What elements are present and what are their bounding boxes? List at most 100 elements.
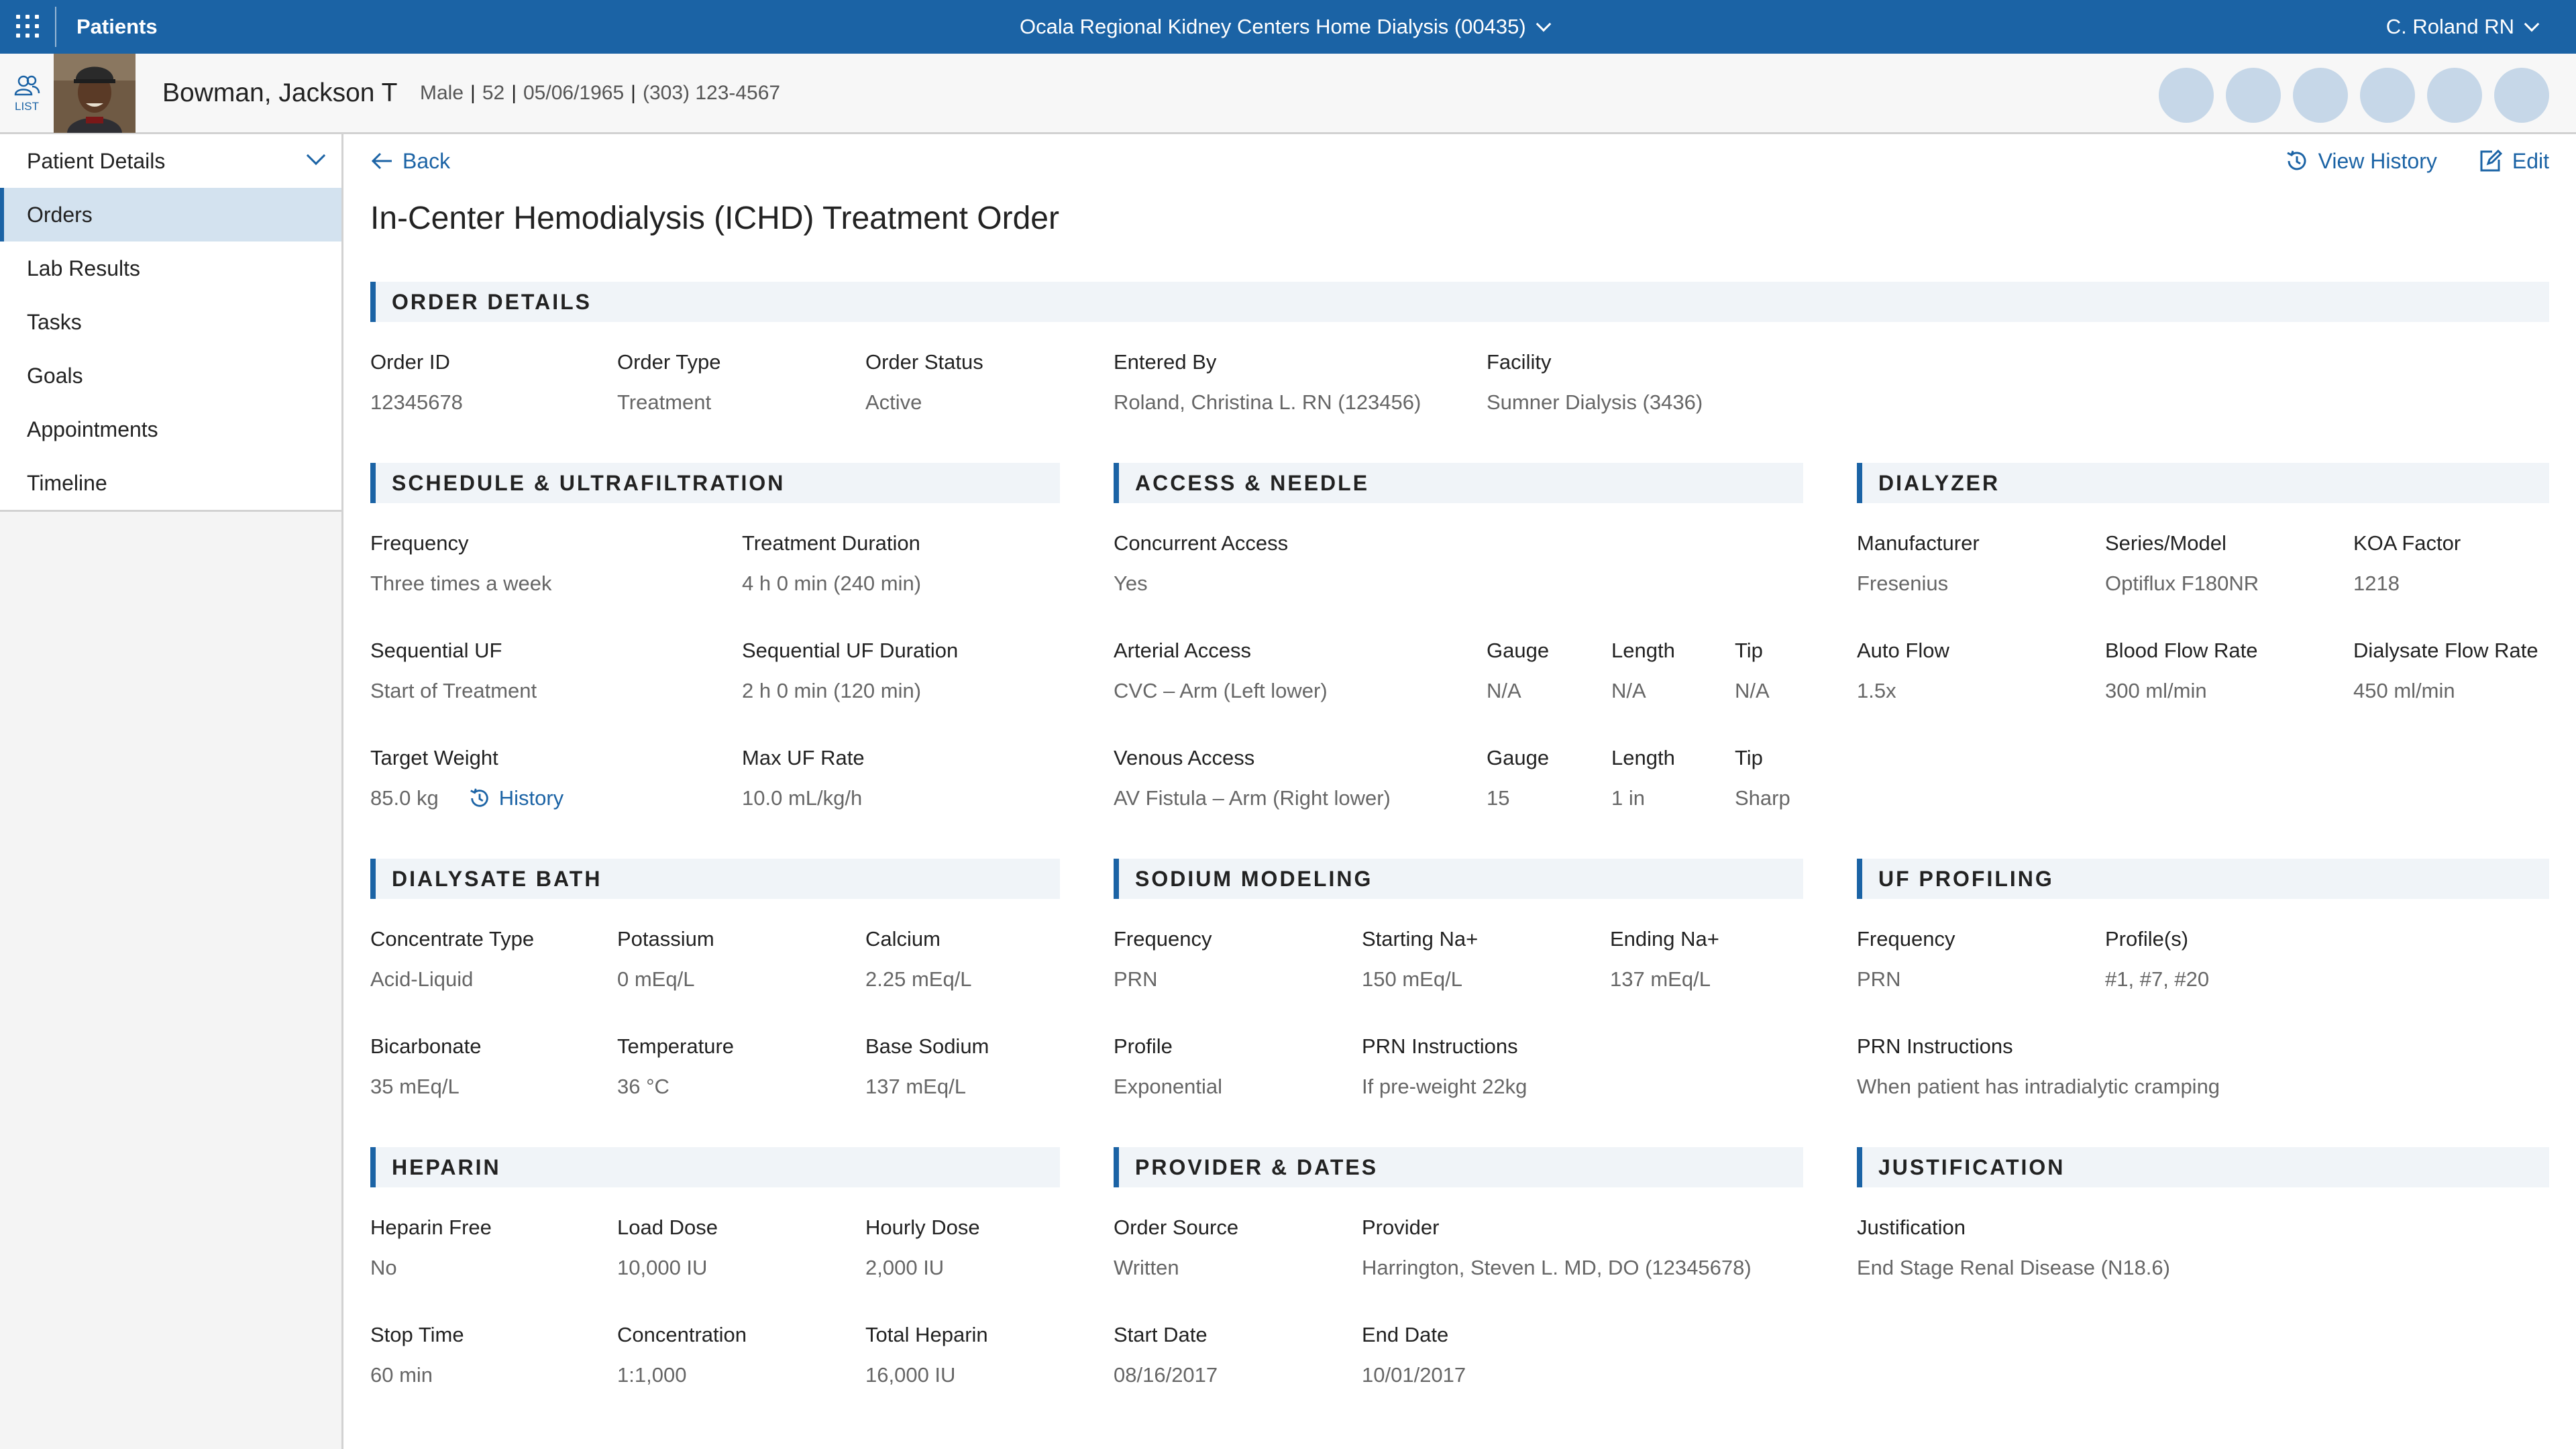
field-label: Provider [1362,1216,1440,1239]
field-load-dose: Load Dose 10,000 IU [617,1214,718,1281]
edit-button[interactable]: Edit [2479,146,2549,176]
sidebar-item-timeline[interactable]: Timeline [0,456,341,510]
sidebar: Patient Details Orders Lab Results Tasks… [0,134,343,1449]
field-label: Max UF Rate [742,746,865,769]
sidebar-item-goals[interactable]: Goals [0,349,341,402]
action-circle[interactable] [2226,68,2281,123]
field-sequential-uf: Sequential UF Start of Treatment [370,637,537,704]
field-label: Bicarbonate [370,1034,482,1058]
facility-label: Ocala Regional Kidney Centers Home Dialy… [1020,15,1526,38]
field-label: PRN Instructions [1857,1034,2013,1058]
sidebar-item-label: Timeline [27,471,107,495]
field-label: Temperature [617,1034,735,1058]
view-history-label: View History [2318,148,2437,173]
field-value: Exponential [1114,1075,1223,1098]
field-label: Calcium [865,927,941,951]
field-facility: Facility Sumner Dialysis (3436) [1487,349,1703,416]
top-bar: Patients Ocala Regional Kidney Centers H… [0,0,2576,54]
section-header-uf-profiling: UF PROFILING [1857,859,2549,899]
field-label: Blood Flow Rate [2105,639,2258,662]
sidebar-item-label: Goals [27,364,83,388]
field-arterial-length: Length N/A [1611,637,1675,704]
field-value: 35 mEq/L [370,1075,460,1098]
action-circle[interactable] [2293,68,2348,123]
field-value: N/A [1487,679,1521,702]
user-name: C. Roland RN [2385,15,2514,38]
section-header-sodium-modeling: SODIUM MODELING [1114,859,1803,899]
field-value: Harrington, Steven L. MD, DO (12345678) [1362,1256,1752,1279]
field-label: Concurrent Access [1114,531,1289,555]
field-label: Order Type [617,350,721,374]
chevron-down-icon [2524,16,2540,32]
field-value: N/A [1735,679,1770,702]
back-label: Back [402,149,451,173]
sidebar-item-lab-results[interactable]: Lab Results [0,241,341,295]
history-link-label: History [498,786,564,810]
field-provider: Provider Harrington, Steven L. MD, DO (12… [1362,1214,1752,1281]
field-value: No [370,1256,397,1279]
field-value: AV Fistula – Arm (Right lower) [1114,786,1391,810]
field-arterial-tip: Tip N/A [1735,637,1770,704]
field-sodium-frequency: Frequency PRN [1114,926,1212,993]
sidebar-item-tasks[interactable]: Tasks [0,295,341,349]
field-temperature: Temperature 36 °C [617,1033,734,1100]
field-value: Acid-Liquid [370,967,474,991]
field-value: Yes [1114,572,1148,595]
patient-list-button[interactable]: LIST [0,54,54,134]
field-auto-flow: Auto Flow 1.5x [1857,637,1949,704]
field-label: Gauge [1487,639,1550,662]
field-label: Load Dose [617,1216,718,1239]
field-label: Frequency [370,531,469,555]
field-label: Total Heparin [865,1323,988,1346]
section-header-dialyzer: DIALYZER [1857,463,2549,503]
field-value: #1, #7, #20 [2105,967,2210,991]
action-circle[interactable] [2159,68,2214,123]
field-value: Optiflux F180NR [2105,572,2259,595]
section-header-justification: JUSTIFICATION [1857,1147,2549,1187]
back-link[interactable]: Back [370,146,450,176]
sidebar-item-appointments[interactable]: Appointments [0,402,341,456]
top-divider [55,7,56,47]
field-label: Tip [1735,639,1763,662]
field-venous-gauge: Gauge 15 [1487,745,1549,812]
field-max-uf-rate: Max UF Rate 10.0 mL/kg/h [742,745,865,812]
field-order-id: Order ID 12345678 [370,349,463,416]
field-calcium: Calcium 2.25 mEq/L [865,926,972,993]
field-value: 1.5x [1857,679,1896,702]
field-value: 10,000 IU [617,1256,708,1279]
sidebar-item-patient-details[interactable]: Patient Details [0,134,341,188]
field-value: Sumner Dialysis (3436) [1487,390,1703,414]
patient-name: Bowman, Jackson T [162,78,398,107]
field-arterial-gauge: Gauge N/A [1487,637,1549,704]
field-label: Sequential UF [370,639,502,662]
field-value: 1 in [1611,786,1645,810]
section-header-provider-dates: PROVIDER & DATES [1114,1147,1803,1187]
field-label: Sequential UF Duration [742,639,959,662]
field-value: 0 mEq/L [617,967,695,991]
user-menu[interactable]: C. Roland RN [2385,0,2540,54]
field-ending-na: Ending Na+ 137 mEq/L [1610,926,1719,993]
page-actions: View History Edit [2285,146,2549,176]
field-entered-by: Entered By Roland, Christina L. RN (12345… [1114,349,1421,416]
field-concurrent-access: Concurrent Access Yes [1114,530,1288,597]
patient-demographics: Male | 52 | 05/06/1965 | (303) 123-4567 [420,82,781,104]
edit-label: Edit [2512,148,2549,173]
field-uf-profiles: Profile(s) #1, #7, #20 [2105,926,2209,993]
chevron-down-icon [1536,16,1552,32]
field-uf-frequency: Frequency PRN [1857,926,1955,993]
field-value: Start of Treatment [370,679,537,702]
sidebar-item-orders[interactable]: Orders [0,188,341,241]
action-circle[interactable] [2427,68,2482,123]
action-circle[interactable] [2494,68,2549,123]
arrow-left-icon [371,152,392,170]
field-value: 10/01/2017 [1362,1363,1466,1387]
field-value: End Stage Renal Disease (N18.6) [1857,1256,2170,1279]
app-grid-icon[interactable] [16,15,40,39]
field-label: Arterial Access [1114,639,1252,662]
field-order-type: Order Type Treatment [617,349,721,416]
view-history-button[interactable]: View History [2285,146,2437,176]
facility-selector[interactable]: Ocala Regional Kidney Centers Home Dialy… [1020,0,1552,54]
target-weight-history-link[interactable]: History [468,785,564,812]
field-bicarbonate: Bicarbonate 35 mEq/L [370,1033,481,1100]
action-circle[interactable] [2360,68,2415,123]
